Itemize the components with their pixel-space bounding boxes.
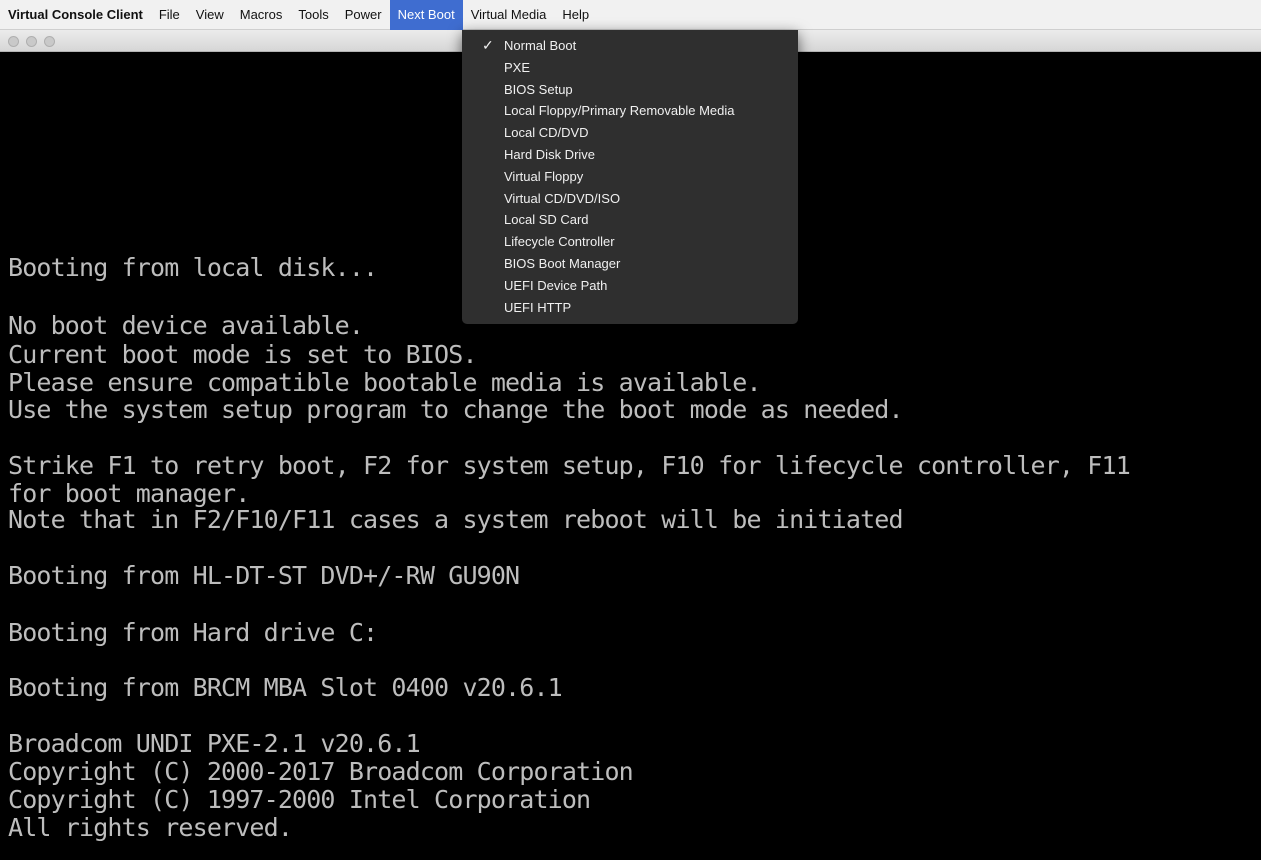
minimize-window-button[interactable] bbox=[26, 36, 37, 47]
menu-item-label: Hard Disk Drive bbox=[504, 146, 596, 162]
menu-view[interactable]: View bbox=[188, 0, 232, 30]
menu-item-normal-boot[interactable]: ✓ Normal Boot bbox=[462, 35, 798, 57]
menu-item-virtual-floppy[interactable]: Virtual Floppy bbox=[462, 166, 798, 188]
menu-item-label: Local Floppy/Primary Removable Media bbox=[504, 103, 735, 119]
menu-item-lifecycle-controller[interactable]: Lifecycle Controller bbox=[462, 231, 798, 253]
console-line: Broadcom UNDI PXE-2.1 v20.6.1 bbox=[8, 729, 421, 758]
console-line: Please ensure compatible bootable media … bbox=[8, 368, 762, 397]
menu-item-bios-boot-manager[interactable]: BIOS Boot Manager bbox=[462, 253, 798, 275]
menu-item-label: UEFI HTTP bbox=[504, 299, 572, 315]
console-line: Booting from HL-DT-ST DVD+/-RW GU90N bbox=[8, 561, 520, 590]
console-line: Current boot mode is set to BIOS. bbox=[8, 340, 478, 369]
menu-power[interactable]: Power bbox=[337, 0, 390, 30]
console-line: Strike F1 to retry boot, F2 for system s… bbox=[8, 451, 1131, 480]
menu-item-label: UEFI Device Path bbox=[504, 277, 608, 293]
menu-item-label: PXE bbox=[504, 59, 531, 75]
menu-item-hard-disk-drive[interactable]: Hard Disk Drive bbox=[462, 144, 798, 166]
menu-item-uefi-device-path[interactable]: UEFI Device Path bbox=[462, 275, 798, 297]
menu-item-label: BIOS Boot Manager bbox=[504, 255, 621, 271]
next-boot-menu: ✓ Normal Boot PXE BIOS Setup Local Flopp… bbox=[462, 30, 798, 324]
menu-bar: Virtual Console Client File View Macros … bbox=[0, 0, 1261, 30]
console-line: Booting from local disk... bbox=[8, 253, 378, 282]
menu-file[interactable]: File bbox=[151, 0, 188, 30]
virtual-console-window: Virtual Console Client File View Macros … bbox=[0, 0, 1261, 860]
menu-item-label: Local CD/DVD bbox=[504, 125, 589, 141]
menu-help[interactable]: Help bbox=[554, 0, 597, 30]
zoom-window-button[interactable] bbox=[44, 36, 55, 47]
menu-item-uefi-http[interactable]: UEFI HTTP bbox=[462, 297, 798, 319]
menu-item-local-sd-card[interactable]: Local SD Card bbox=[462, 209, 798, 231]
checkmark-icon: ✓ bbox=[482, 37, 494, 53]
close-window-button[interactable] bbox=[8, 36, 19, 47]
console-line: Note that in F2/F10/F11 cases a system r… bbox=[8, 505, 904, 534]
console-line: Copyright (C) 2000-2017 Broadcom Corpora… bbox=[8, 757, 634, 786]
menu-item-virtual-cd-dvd-iso[interactable]: Virtual CD/DVD/ISO bbox=[462, 188, 798, 210]
menu-item-label: Normal Boot bbox=[504, 38, 577, 53]
menu-item-label: Lifecycle Controller bbox=[504, 234, 615, 250]
menu-item-label: Local SD Card bbox=[504, 212, 589, 228]
console-line: for boot manager. bbox=[8, 479, 250, 508]
console-line: Booting from Hard drive C: bbox=[8, 618, 378, 647]
console-line: Copyright (C) 1997-2000 Intel Corporatio… bbox=[8, 785, 591, 814]
menu-virtual-media[interactable]: Virtual Media bbox=[463, 0, 555, 30]
app-menu[interactable]: Virtual Console Client bbox=[0, 0, 151, 30]
console-line: No boot device available. bbox=[8, 311, 364, 340]
menu-item-bios-setup[interactable]: BIOS Setup bbox=[462, 79, 798, 101]
menu-macros[interactable]: Macros bbox=[232, 0, 291, 30]
console-line: All rights reserved. bbox=[8, 813, 293, 842]
menu-item-local-cd-dvd[interactable]: Local CD/DVD bbox=[462, 122, 798, 144]
menu-item-pxe[interactable]: PXE bbox=[462, 57, 798, 79]
menu-tools[interactable]: Tools bbox=[290, 0, 336, 30]
menu-item-label: BIOS Setup bbox=[504, 81, 573, 97]
menu-item-local-floppy[interactable]: Local Floppy/Primary Removable Media bbox=[462, 100, 798, 122]
console-line: Booting from BRCM MBA Slot 0400 v20.6.1 bbox=[8, 673, 563, 702]
menu-item-label: Virtual CD/DVD/ISO bbox=[504, 190, 621, 206]
menu-next-boot[interactable]: Next Boot bbox=[389, 0, 463, 30]
console-line: Use the system setup program to change t… bbox=[8, 395, 904, 424]
menu-item-label: Virtual Floppy bbox=[504, 168, 584, 184]
